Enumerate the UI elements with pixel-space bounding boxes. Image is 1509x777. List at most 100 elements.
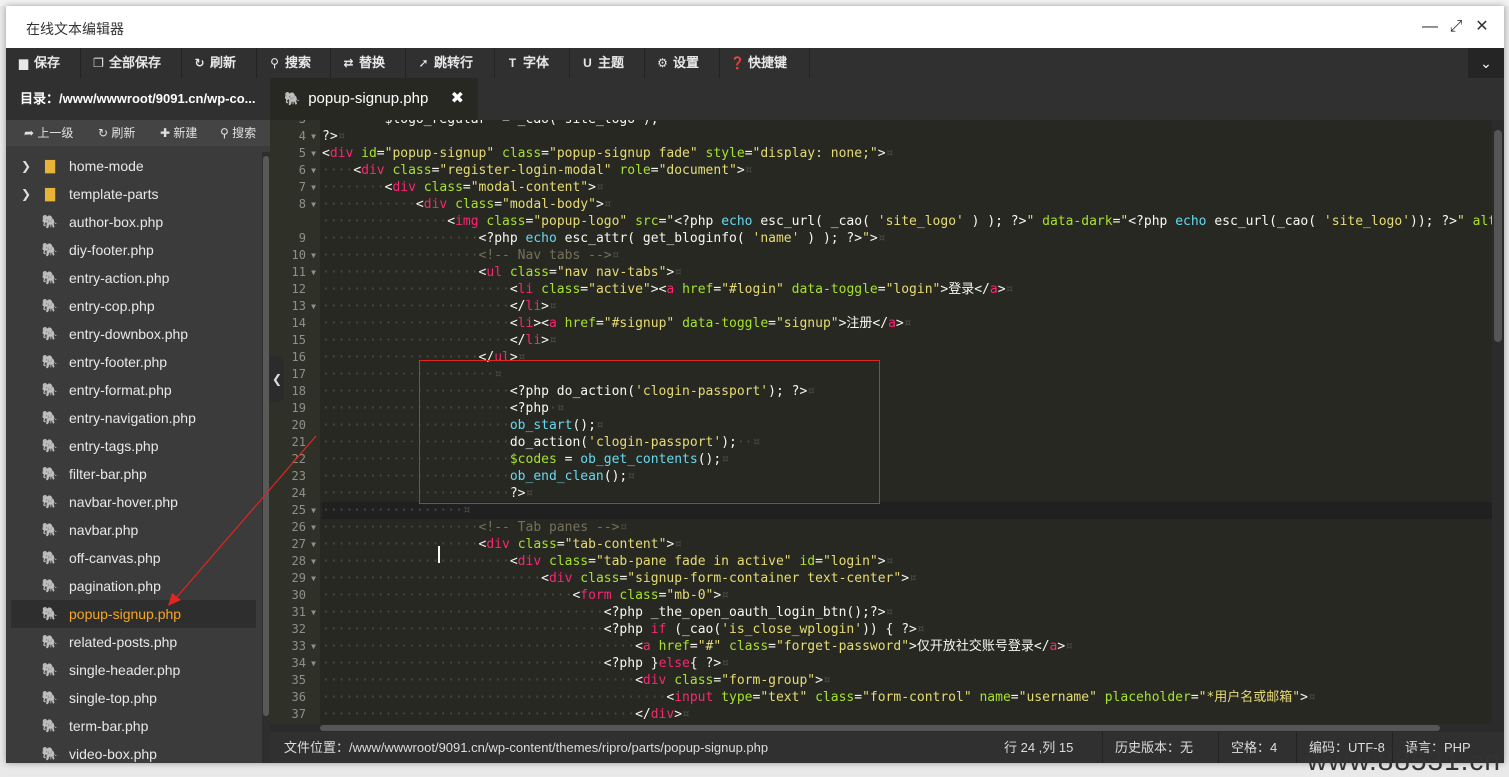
tab-popup-signup[interactable]: 🐘popup-signup.php ✖: [270, 78, 478, 120]
vertical-scrollbar[interactable]: [1492, 120, 1504, 732]
code-line[interactable]: ········································…: [322, 689, 1316, 706]
code-line[interactable]: ············<div class="modal-body">¤: [322, 196, 612, 213]
file-item[interactable]: 🐘entry-action.php: [11, 264, 256, 292]
code-line-current[interactable]: ··················¤: [322, 502, 1492, 519]
code-line[interactable]: ························</li>¤: [322, 298, 557, 315]
file-item[interactable]: 🐘filter-bar.php: [11, 460, 256, 488]
fold-toggle-icon[interactable]: ▼: [311, 604, 316, 621]
fold-toggle-icon[interactable]: ▼: [311, 196, 316, 213]
code-line[interactable]: ····················<div class="tab-cont…: [322, 536, 682, 553]
code-line[interactable]: ········<div class="modal-content">¤: [322, 179, 604, 196]
maximize-icon[interactable]: ⤢: [1446, 17, 1466, 37]
goto-line-button[interactable]: ➚跳转行: [406, 48, 495, 78]
save-all-button[interactable]: ❐全部保存: [81, 48, 182, 78]
minimize-icon[interactable]: —: [1420, 17, 1440, 37]
code-line[interactable]: ················<img class="popup-logo" …: [322, 213, 1492, 230]
fold-toggle-icon[interactable]: ▼: [311, 638, 316, 655]
file-item[interactable]: 🐘term-bar.php: [11, 712, 256, 740]
code-line[interactable]: ········$logo_regular··=·_cao('site_logo…: [322, 120, 659, 128]
fold-toggle-icon[interactable]: ▼: [311, 553, 316, 570]
file-item[interactable]: 🐘entry-footer.php: [11, 348, 256, 376]
fold-toggle-icon[interactable]: ▼: [311, 179, 316, 196]
replace-button[interactable]: ⇄替换: [331, 48, 406, 78]
search-button[interactable]: ⚲搜索: [257, 48, 331, 78]
code-line[interactable]: ························<li><a href="#si…: [322, 315, 912, 332]
shortcuts-button[interactable]: ❓快捷键: [720, 48, 810, 78]
file-item[interactable]: 🐘entry-navigation.php: [11, 404, 256, 432]
code-line[interactable]: ········································…: [322, 706, 690, 723]
file-item[interactable]: 🐘entry-downbox.php: [11, 320, 256, 348]
tab-close-icon[interactable]: ✖: [451, 78, 464, 120]
fold-toggle-icon[interactable]: ▼: [311, 162, 316, 179]
sidebar-search-button[interactable]: ⚲ 搜索: [220, 120, 256, 146]
code-line[interactable]: ?>¤: [322, 128, 345, 145]
chevron-right-icon[interactable]: ❯: [21, 152, 33, 180]
file-item[interactable]: 🐘single-top.php: [11, 684, 256, 712]
sidebar-scroll-thumb[interactable]: [263, 156, 269, 716]
code-line[interactable]: ····················<ul class="nav nav-t…: [322, 264, 682, 281]
file-item[interactable]: 🐘related-posts.php: [11, 628, 256, 656]
horizontal-scroll-thumb[interactable]: [320, 725, 1440, 731]
code-line[interactable]: ········································…: [322, 638, 1073, 655]
chevron-right-icon[interactable]: ❯: [21, 180, 33, 208]
code-line[interactable]: <div id="popup-signup" class="popup-sign…: [322, 145, 893, 162]
fold-toggle-icon[interactable]: ▼: [311, 145, 316, 162]
chevron-down-icon: ⌄: [1480, 55, 1492, 71]
save-button[interactable]: ▆保存: [6, 48, 81, 78]
file-item[interactable]: 🐘video-box.php: [11, 740, 256, 763]
file-item[interactable]: 🐘author-box.php: [11, 208, 256, 236]
vertical-scroll-thumb[interactable]: [1494, 130, 1502, 342]
file-item[interactable]: 🐘single-header.php: [11, 656, 256, 684]
horizontal-scrollbar[interactable]: [270, 724, 1492, 732]
sidebar-toggle-button[interactable]: ❮: [270, 356, 284, 402]
code-line[interactable]: ································<form cl…: [322, 587, 729, 604]
code-line[interactable]: ························<div class="tab-…: [322, 553, 893, 570]
file-item[interactable]: 🐘pagination.php: [11, 572, 256, 600]
fold-toggle-icon[interactable]: ▼: [311, 298, 316, 315]
file-item[interactable]: 🐘popup-signup.php: [11, 600, 256, 628]
new-file-button[interactable]: ✚ 新建: [160, 120, 197, 146]
file-item[interactable]: 🐘navbar-hover.php: [11, 488, 256, 516]
fold-toggle-icon[interactable]: ▼: [311, 502, 316, 519]
theme-button[interactable]: U主题: [570, 48, 645, 78]
code-line[interactable]: ····································<?ph…: [322, 655, 729, 672]
file-item[interactable]: 🐘navbar.php: [11, 516, 256, 544]
file-item[interactable]: 🐘entry-cop.php: [11, 292, 256, 320]
folder-item[interactable]: ❯▇template-parts: [11, 180, 256, 208]
fold-toggle-icon[interactable]: ▼: [311, 519, 316, 536]
code-line[interactable]: ····<div class="register-login-modal" ro…: [322, 162, 753, 179]
code-line[interactable]: ····················<!-- Tab panes -->¤: [322, 519, 627, 536]
fold-toggle-icon[interactable]: ▼: [311, 536, 316, 553]
code-line[interactable]: ························</li>¤: [322, 332, 557, 349]
indent-setting[interactable]: 空格：4: [1218, 732, 1289, 763]
code-line[interactable]: ····························<div class="…: [322, 570, 917, 587]
code-line[interactable]: ········································…: [322, 672, 831, 689]
folder-item[interactable]: ❯▇home-mode: [11, 152, 256, 180]
file-item[interactable]: 🐘off-canvas.php: [11, 544, 256, 572]
file-name: entry-downbox.php: [69, 320, 188, 348]
code-line[interactable]: ····································<?ph…: [322, 604, 893, 621]
fold-toggle-icon[interactable]: ▼: [311, 655, 316, 672]
fold-toggle-icon[interactable]: ▼: [311, 247, 316, 264]
file-item[interactable]: 🐘entry-format.php: [11, 376, 256, 404]
close-icon[interactable]: ✕: [1472, 17, 1492, 37]
code-line[interactable]: ····································<?ph…: [322, 621, 925, 638]
code-line[interactable]: ····················<!-- Nav tabs -->¤: [322, 247, 619, 264]
font-button[interactable]: T字体: [495, 48, 570, 78]
line-number-text: 26: [292, 519, 306, 536]
file-item[interactable]: 🐘diy-footer.php: [11, 236, 256, 264]
history-version[interactable]: 历史版本：无: [1102, 732, 1205, 763]
refresh-button[interactable]: ↻刷新: [182, 48, 257, 78]
cursor-position[interactable]: 行 24 ,列 15: [992, 732, 1085, 763]
settings-button[interactable]: ⚙设置: [645, 48, 720, 78]
parent-dir-button[interactable]: ➦ 上一级: [24, 120, 73, 146]
sidebar-refresh-button[interactable]: ↻ 刷新: [98, 120, 135, 146]
file-item[interactable]: 🐘entry-tags.php: [11, 432, 256, 460]
sidebar-scrollbar[interactable]: [262, 152, 270, 763]
fold-toggle-icon[interactable]: ▼: [311, 570, 316, 587]
fold-toggle-icon[interactable]: ▼: [311, 128, 316, 145]
code-line[interactable]: ····················<?php echo esc_attr(…: [322, 230, 886, 247]
fold-toggle-icon[interactable]: ▼: [311, 264, 316, 281]
collapse-toolbar-button[interactable]: ⌄: [1468, 48, 1504, 78]
code-line[interactable]: ························<li class="activ…: [322, 281, 1013, 298]
